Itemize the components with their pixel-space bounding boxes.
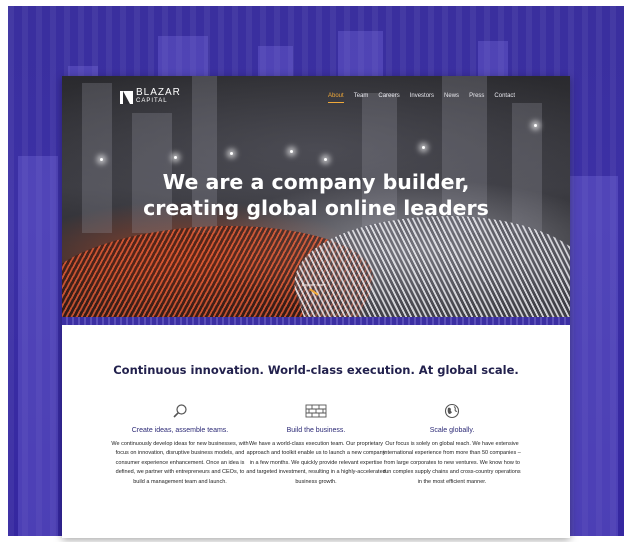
hero-light-trail [270,216,570,323]
feature-title: Build the business. [286,427,346,434]
feature-column: Create ideas, assemble teams. We continu… [110,402,250,487]
hero-city-light [324,158,327,161]
nav-item-team[interactable]: Team [354,93,369,103]
hero-city-light [534,124,537,127]
brick-wall-icon [246,402,386,420]
hero-city-light [100,158,103,161]
section-tagline: Continuous innovation. World-class execu… [113,363,519,377]
logo-name: BLAZAR [136,87,181,98]
feature-text: We continuously develop ideas for new bu… [111,441,249,485]
main-navigation: About Team Careers Investors News Press … [328,93,525,103]
hero-bottom-band [62,317,570,325]
hero-headline: We are a company builder, creating globa… [62,169,570,221]
brand-logo[interactable]: BLAZAR CAPITAL [120,88,181,106]
feature-text: Our focus is solely on global reach. We … [383,441,521,485]
nav-item-contact[interactable]: Contact [494,93,515,103]
website-page: BLAZAR CAPITAL About Team Careers Invest… [62,76,570,538]
explore-more-link[interactable]: Explore more [302,282,326,287]
nav-item-news[interactable]: News [444,93,459,103]
magnifier-icon [110,402,250,420]
feature-text: We have a world-class execution team. Ou… [246,441,386,485]
hero-city-light [174,156,177,159]
backdrop-building [568,176,618,536]
hero-headline-line1: We are a company builder, [162,170,470,194]
feature-column: Build the business. We have a world-clas… [246,402,386,487]
hero-city-light [230,152,233,155]
globe-icon [382,402,522,420]
feature-column: Scale globally. Our focus is solely on g… [382,402,522,487]
nav-item-careers[interactable]: Careers [378,93,399,103]
hero-headline-line2: creating global online leaders [143,196,489,220]
hero-banner: BLAZAR CAPITAL About Team Careers Invest… [62,76,570,323]
nav-item-investors[interactable]: Investors [410,93,434,103]
logo-text: BLAZAR CAPITAL [136,88,181,106]
nav-item-about[interactable]: About [328,93,344,103]
hero-city-light [422,146,425,149]
logo-subname: CAPITAL [136,98,168,104]
feature-title: Create ideas, assemble teams. [131,427,229,434]
backdrop-building [18,156,58,536]
nav-item-press[interactable]: Press [469,93,484,103]
feature-title: Scale globally. [429,427,475,434]
hero-city-light [290,150,293,153]
logo-mark-icon [120,90,133,104]
